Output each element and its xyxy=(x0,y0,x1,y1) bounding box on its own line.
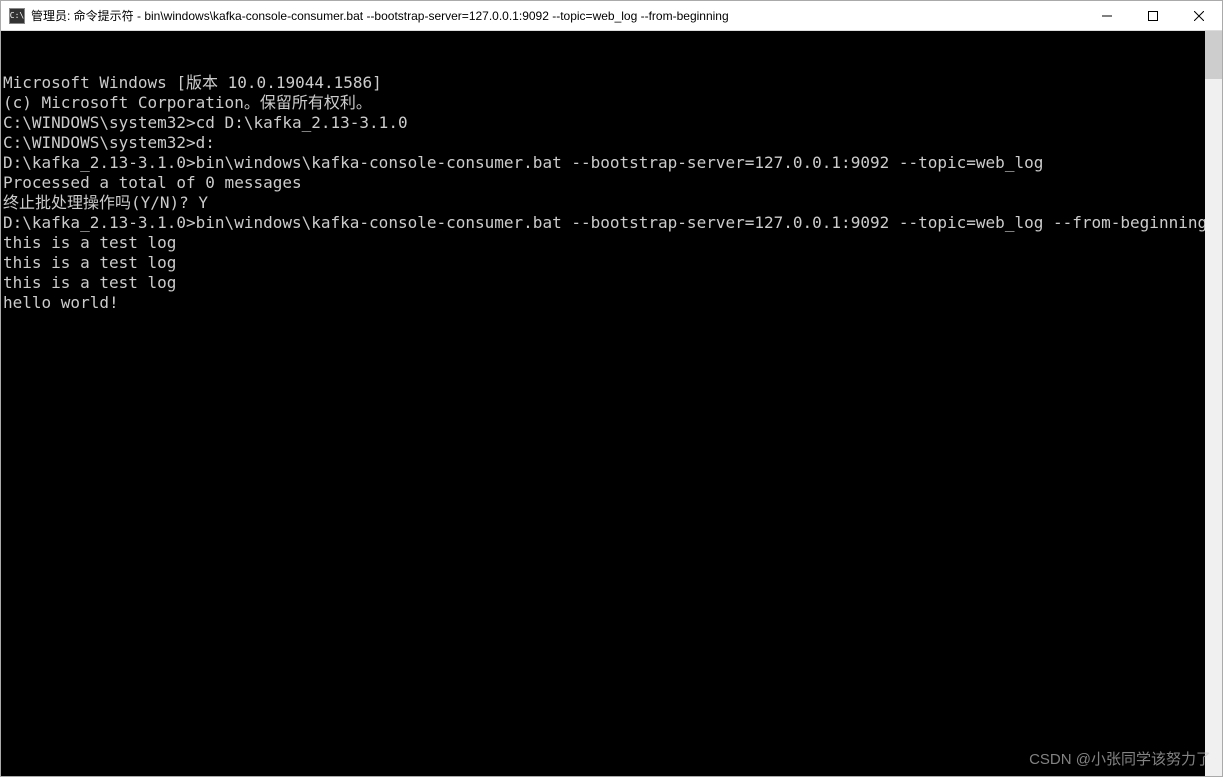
cmd-icon: C:\ xyxy=(9,8,25,24)
scrollbar-track[interactable] xyxy=(1205,31,1222,776)
terminal-line: this is a test log xyxy=(3,253,1220,273)
titlebar[interactable]: C:\ 管理员: 命令提示符 - bin\windows\kafka-conso… xyxy=(1,1,1222,31)
close-button[interactable] xyxy=(1176,1,1222,30)
maximize-button[interactable] xyxy=(1130,1,1176,30)
terminal-line: C:\WINDOWS\system32>d: xyxy=(3,133,1220,153)
terminal-line: Processed a total of 0 messages xyxy=(3,173,1220,193)
terminal-line: D:\kafka_2.13-3.1.0>bin\windows\kafka-co… xyxy=(3,213,1220,233)
terminal-line: 终止批处理操作吗(Y/N)? Y xyxy=(3,193,1220,213)
window-controls xyxy=(1084,1,1222,30)
scrollbar-thumb[interactable] xyxy=(1205,31,1222,79)
command-prompt-window: C:\ 管理员: 命令提示符 - bin\windows\kafka-conso… xyxy=(0,0,1223,777)
terminal-line: (c) Microsoft Corporation。保留所有权利。 xyxy=(3,93,1220,113)
terminal-line: C:\WINDOWS\system32>cd D:\kafka_2.13-3.1… xyxy=(3,113,1220,133)
terminal-line: this is a test log xyxy=(3,273,1220,293)
window-title: 管理员: 命令提示符 - bin\windows\kafka-console-c… xyxy=(31,7,1084,24)
terminal-content: Microsoft Windows [版本 10.0.19044.1586](c… xyxy=(3,73,1220,313)
terminal-line: D:\kafka_2.13-3.1.0>bin\windows\kafka-co… xyxy=(3,153,1220,173)
terminal-line: Microsoft Windows [版本 10.0.19044.1586] xyxy=(3,73,1220,93)
terminal-area[interactable]: Microsoft Windows [版本 10.0.19044.1586](c… xyxy=(1,31,1222,776)
terminal-line: this is a test log xyxy=(3,233,1220,253)
terminal-line: hello world! xyxy=(3,293,1220,313)
minimize-button[interactable] xyxy=(1084,1,1130,30)
